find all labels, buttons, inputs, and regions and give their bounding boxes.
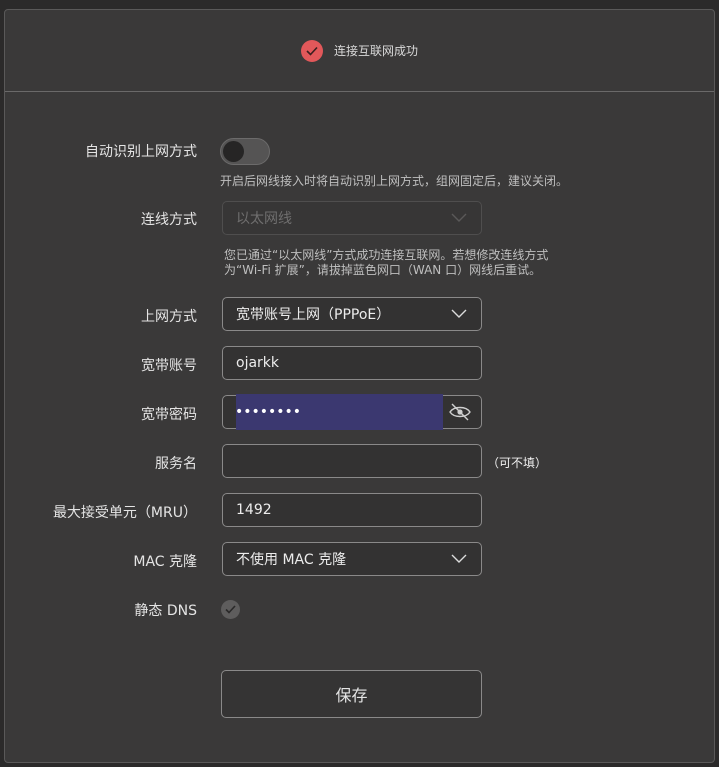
service-name-label: 服务名 (155, 456, 197, 472)
auto-detect-toggle[interactable] (220, 138, 270, 165)
account-input[interactable]: ojarkk (222, 346, 482, 380)
chevron-down-icon (451, 309, 467, 318)
optional-note: （可不填） (487, 456, 548, 470)
save-button[interactable]: 保存 (221, 670, 482, 718)
auto-detect-label: 自动识别上网方式 (85, 144, 197, 160)
connection-type-value: 以太网线 (236, 211, 292, 227)
mru-input[interactable]: 1492 (222, 493, 482, 527)
password-input[interactable]: •••••••• (222, 394, 482, 430)
eye-hidden-icon[interactable] (449, 403, 471, 421)
connection-type-label: 连线方式 (141, 212, 197, 228)
mac-clone-value: 不使用 MAC 克隆 (236, 552, 347, 568)
internet-mode-label: 上网方式 (141, 309, 197, 325)
toggle-knob (223, 141, 244, 162)
internet-mode-select[interactable]: 宽带账号上网（PPPoE） (222, 297, 482, 331)
chevron-down-icon (451, 554, 467, 563)
mru-value: 1492 (236, 502, 272, 518)
connection-status-bar: 连接互联网成功 (5, 10, 714, 92)
service-name-input[interactable] (222, 444, 482, 478)
static-dns-label: 静态 DNS (134, 603, 197, 619)
mru-label: 最大接受单元（MRU） (52, 505, 197, 521)
check-icon (225, 605, 236, 614)
account-label: 宽带账号 (141, 358, 197, 374)
connection-hint-line1: 您已通过“以太网线”方式成功连接互联网。若想修改连线方式 (224, 248, 549, 262)
chevron-down-icon (451, 213, 467, 222)
internet-mode-value: 宽带账号上网（PPPoE） (236, 307, 391, 323)
password-label: 宽带密码 (141, 407, 197, 423)
status-text: 连接互联网成功 (333, 44, 418, 58)
account-value: ojarkk (236, 355, 280, 371)
success-check-icon (300, 39, 323, 62)
connection-type-select: 以太网线 (222, 201, 482, 235)
connection-hint-line2: 为“Wi-Fi 扩展”，请拔掉蓝色网口（WAN 口）网线后重试。 (224, 263, 542, 277)
password-value: •••••••• (235, 404, 302, 420)
settings-panel: 连接互联网成功 自动识别上网方式 开启后网线接入时将自动识别上网方式，组网固定后… (4, 9, 715, 763)
mac-clone-select[interactable]: 不使用 MAC 克隆 (222, 542, 482, 576)
auto-detect-hint: 开启后网线接入时将自动识别上网方式，组网固定后，建议关闭。 (220, 174, 569, 188)
static-dns-checkbox[interactable] (221, 600, 240, 619)
mac-clone-label: MAC 克隆 (133, 554, 197, 570)
